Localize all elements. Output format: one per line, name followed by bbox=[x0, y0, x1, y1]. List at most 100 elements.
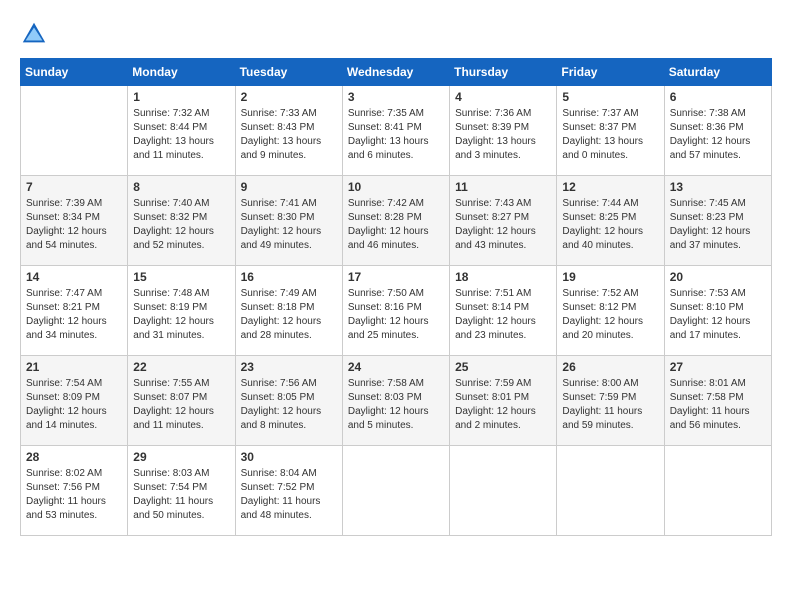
calendar-cell: 23 Sunrise: 7:56 AM Sunset: 8:05 PM Dayli… bbox=[235, 356, 342, 446]
day-number: 13 bbox=[670, 180, 766, 194]
day-number: 21 bbox=[26, 360, 122, 374]
day-info: Sunrise: 7:33 AM Sunset: 8:43 PM Dayligh… bbox=[241, 107, 337, 163]
calendar-cell: 2 Sunrise: 7:33 AM Sunset: 8:43 PM Daylig… bbox=[235, 86, 342, 176]
calendar-cell bbox=[664, 446, 771, 536]
day-info: Sunrise: 7:58 AM Sunset: 8:03 PM Dayligh… bbox=[348, 377, 444, 433]
page-header bbox=[20, 20, 772, 48]
day-number: 14 bbox=[26, 270, 122, 284]
day-number: 17 bbox=[348, 270, 444, 284]
day-number: 30 bbox=[241, 450, 337, 464]
calendar-week-row: 1Sunrise: 7:32 AM Sunset: 8:44 PM Daylig… bbox=[21, 86, 772, 176]
weekday-header: Wednesday bbox=[342, 59, 449, 86]
calendar-cell: 17 Sunrise: 7:50 AM Sunset: 8:16 PM Dayli… bbox=[342, 266, 449, 356]
calendar-cell: 30 Sunrise: 8:04 AM Sunset: 7:52 PM Dayli… bbox=[235, 446, 342, 536]
day-number: 24 bbox=[348, 360, 444, 374]
day-info: Sunrise: 7:52 AM Sunset: 8:12 PM Dayligh… bbox=[562, 287, 658, 343]
day-number: 19 bbox=[562, 270, 658, 284]
calendar-cell: 25Sunrise: 7:59 AM Sunset: 8:01 PM Dayli… bbox=[450, 356, 557, 446]
day-number: 26 bbox=[562, 360, 658, 374]
calendar-cell: 22 Sunrise: 7:55 AM Sunset: 8:07 PM Dayli… bbox=[128, 356, 235, 446]
day-info: Sunrise: 7:37 AM Sunset: 8:37 PM Dayligh… bbox=[562, 107, 658, 163]
day-number: 5 bbox=[562, 90, 658, 104]
day-number: 2 bbox=[241, 90, 337, 104]
day-info: Sunrise: 7:41 AM Sunset: 8:30 PM Dayligh… bbox=[241, 197, 337, 253]
calendar-cell: 20Sunrise: 7:53 AM Sunset: 8:10 PM Dayli… bbox=[664, 266, 771, 356]
day-number: 27 bbox=[670, 360, 766, 374]
calendar-cell: 3Sunrise: 7:35 AM Sunset: 8:41 PM Daylig… bbox=[342, 86, 449, 176]
day-info: Sunrise: 7:51 AM Sunset: 8:14 PM Dayligh… bbox=[455, 287, 551, 343]
day-info: Sunrise: 7:48 AM Sunset: 8:19 PM Dayligh… bbox=[133, 287, 229, 343]
day-number: 16 bbox=[241, 270, 337, 284]
logo bbox=[20, 20, 50, 48]
weekday-header: Saturday bbox=[664, 59, 771, 86]
calendar-cell bbox=[450, 446, 557, 536]
day-number: 23 bbox=[241, 360, 337, 374]
calendar-cell: 4 Sunrise: 7:36 AM Sunset: 8:39 PM Daylig… bbox=[450, 86, 557, 176]
day-number: 12 bbox=[562, 180, 658, 194]
day-number: 25 bbox=[455, 360, 551, 374]
calendar-week-row: 28 Sunrise: 8:02 AM Sunset: 7:56 PM Dayli… bbox=[21, 446, 772, 536]
calendar-cell: 14 Sunrise: 7:47 AM Sunset: 8:21 PM Dayli… bbox=[21, 266, 128, 356]
day-number: 4 bbox=[455, 90, 551, 104]
calendar-cell: 9 Sunrise: 7:41 AM Sunset: 8:30 PM Daylig… bbox=[235, 176, 342, 266]
day-number: 15 bbox=[133, 270, 229, 284]
day-info: Sunrise: 7:50 AM Sunset: 8:16 PM Dayligh… bbox=[348, 287, 444, 343]
day-info: Sunrise: 7:32 AM Sunset: 8:44 PM Dayligh… bbox=[133, 107, 229, 163]
day-number: 20 bbox=[670, 270, 766, 284]
calendar-cell: 18 Sunrise: 7:51 AM Sunset: 8:14 PM Dayli… bbox=[450, 266, 557, 356]
day-info: Sunrise: 7:56 AM Sunset: 8:05 PM Dayligh… bbox=[241, 377, 337, 433]
day-number: 6 bbox=[670, 90, 766, 104]
day-info: Sunrise: 7:45 AM Sunset: 8:23 PM Dayligh… bbox=[670, 197, 766, 253]
day-info: Sunrise: 8:02 AM Sunset: 7:56 PM Dayligh… bbox=[26, 467, 122, 523]
calendar-cell bbox=[21, 86, 128, 176]
calendar-cell: 1Sunrise: 7:32 AM Sunset: 8:44 PM Daylig… bbox=[128, 86, 235, 176]
calendar-cell bbox=[557, 446, 664, 536]
calendar-cell: 10 Sunrise: 7:42 AM Sunset: 8:28 PM Dayli… bbox=[342, 176, 449, 266]
day-info: Sunrise: 7:42 AM Sunset: 8:28 PM Dayligh… bbox=[348, 197, 444, 253]
weekday-header: Friday bbox=[557, 59, 664, 86]
calendar-cell: 29 Sunrise: 8:03 AM Sunset: 7:54 PM Dayli… bbox=[128, 446, 235, 536]
day-info: Sunrise: 7:43 AM Sunset: 8:27 PM Dayligh… bbox=[455, 197, 551, 253]
day-info: Sunrise: 8:03 AM Sunset: 7:54 PM Dayligh… bbox=[133, 467, 229, 523]
calendar-table: SundayMondayTuesdayWednesdayThursdayFrid… bbox=[20, 58, 772, 536]
day-number: 7 bbox=[26, 180, 122, 194]
day-info: Sunrise: 8:01 AM Sunset: 7:58 PM Dayligh… bbox=[670, 377, 766, 433]
calendar-cell: 15 Sunrise: 7:48 AM Sunset: 8:19 PM Dayli… bbox=[128, 266, 235, 356]
weekday-header: Thursday bbox=[450, 59, 557, 86]
day-number: 28 bbox=[26, 450, 122, 464]
calendar-cell: 24 Sunrise: 7:58 AM Sunset: 8:03 PM Dayli… bbox=[342, 356, 449, 446]
day-number: 18 bbox=[455, 270, 551, 284]
day-number: 22 bbox=[133, 360, 229, 374]
calendar-week-row: 14 Sunrise: 7:47 AM Sunset: 8:21 PM Dayli… bbox=[21, 266, 772, 356]
calendar-cell: 8Sunrise: 7:40 AM Sunset: 8:32 PM Daylig… bbox=[128, 176, 235, 266]
day-info: Sunrise: 7:55 AM Sunset: 8:07 PM Dayligh… bbox=[133, 377, 229, 433]
day-info: Sunrise: 8:04 AM Sunset: 7:52 PM Dayligh… bbox=[241, 467, 337, 523]
day-info: Sunrise: 7:49 AM Sunset: 8:18 PM Dayligh… bbox=[241, 287, 337, 343]
calendar-week-row: 21Sunrise: 7:54 AM Sunset: 8:09 PM Dayli… bbox=[21, 356, 772, 446]
day-number: 9 bbox=[241, 180, 337, 194]
calendar-cell: 13 Sunrise: 7:45 AM Sunset: 8:23 PM Dayli… bbox=[664, 176, 771, 266]
day-info: Sunrise: 7:39 AM Sunset: 8:34 PM Dayligh… bbox=[26, 197, 122, 253]
day-info: Sunrise: 7:35 AM Sunset: 8:41 PM Dayligh… bbox=[348, 107, 444, 163]
calendar-cell: 19 Sunrise: 7:52 AM Sunset: 8:12 PM Dayli… bbox=[557, 266, 664, 356]
calendar-cell: 16 Sunrise: 7:49 AM Sunset: 8:18 PM Dayli… bbox=[235, 266, 342, 356]
day-info: Sunrise: 7:44 AM Sunset: 8:25 PM Dayligh… bbox=[562, 197, 658, 253]
weekday-header: Tuesday bbox=[235, 59, 342, 86]
calendar-cell: 6Sunrise: 7:38 AM Sunset: 8:36 PM Daylig… bbox=[664, 86, 771, 176]
calendar-cell: 26 Sunrise: 8:00 AM Sunset: 7:59 PM Dayli… bbox=[557, 356, 664, 446]
day-number: 10 bbox=[348, 180, 444, 194]
header-row: SundayMondayTuesdayWednesdayThursdayFrid… bbox=[21, 59, 772, 86]
calendar-cell: 12 Sunrise: 7:44 AM Sunset: 8:25 PM Dayli… bbox=[557, 176, 664, 266]
weekday-header: Sunday bbox=[21, 59, 128, 86]
day-number: 8 bbox=[133, 180, 229, 194]
day-info: Sunrise: 8:00 AM Sunset: 7:59 PM Dayligh… bbox=[562, 377, 658, 433]
calendar-cell: 11Sunrise: 7:43 AM Sunset: 8:27 PM Dayli… bbox=[450, 176, 557, 266]
logo-icon bbox=[20, 20, 48, 48]
calendar-cell: 27 Sunrise: 8:01 AM Sunset: 7:58 PM Dayli… bbox=[664, 356, 771, 446]
calendar-week-row: 7 Sunrise: 7:39 AM Sunset: 8:34 PM Daylig… bbox=[21, 176, 772, 266]
day-info: Sunrise: 7:47 AM Sunset: 8:21 PM Dayligh… bbox=[26, 287, 122, 343]
calendar-cell: 7 Sunrise: 7:39 AM Sunset: 8:34 PM Daylig… bbox=[21, 176, 128, 266]
day-number: 29 bbox=[133, 450, 229, 464]
calendar-cell bbox=[342, 446, 449, 536]
day-info: Sunrise: 7:36 AM Sunset: 8:39 PM Dayligh… bbox=[455, 107, 551, 163]
